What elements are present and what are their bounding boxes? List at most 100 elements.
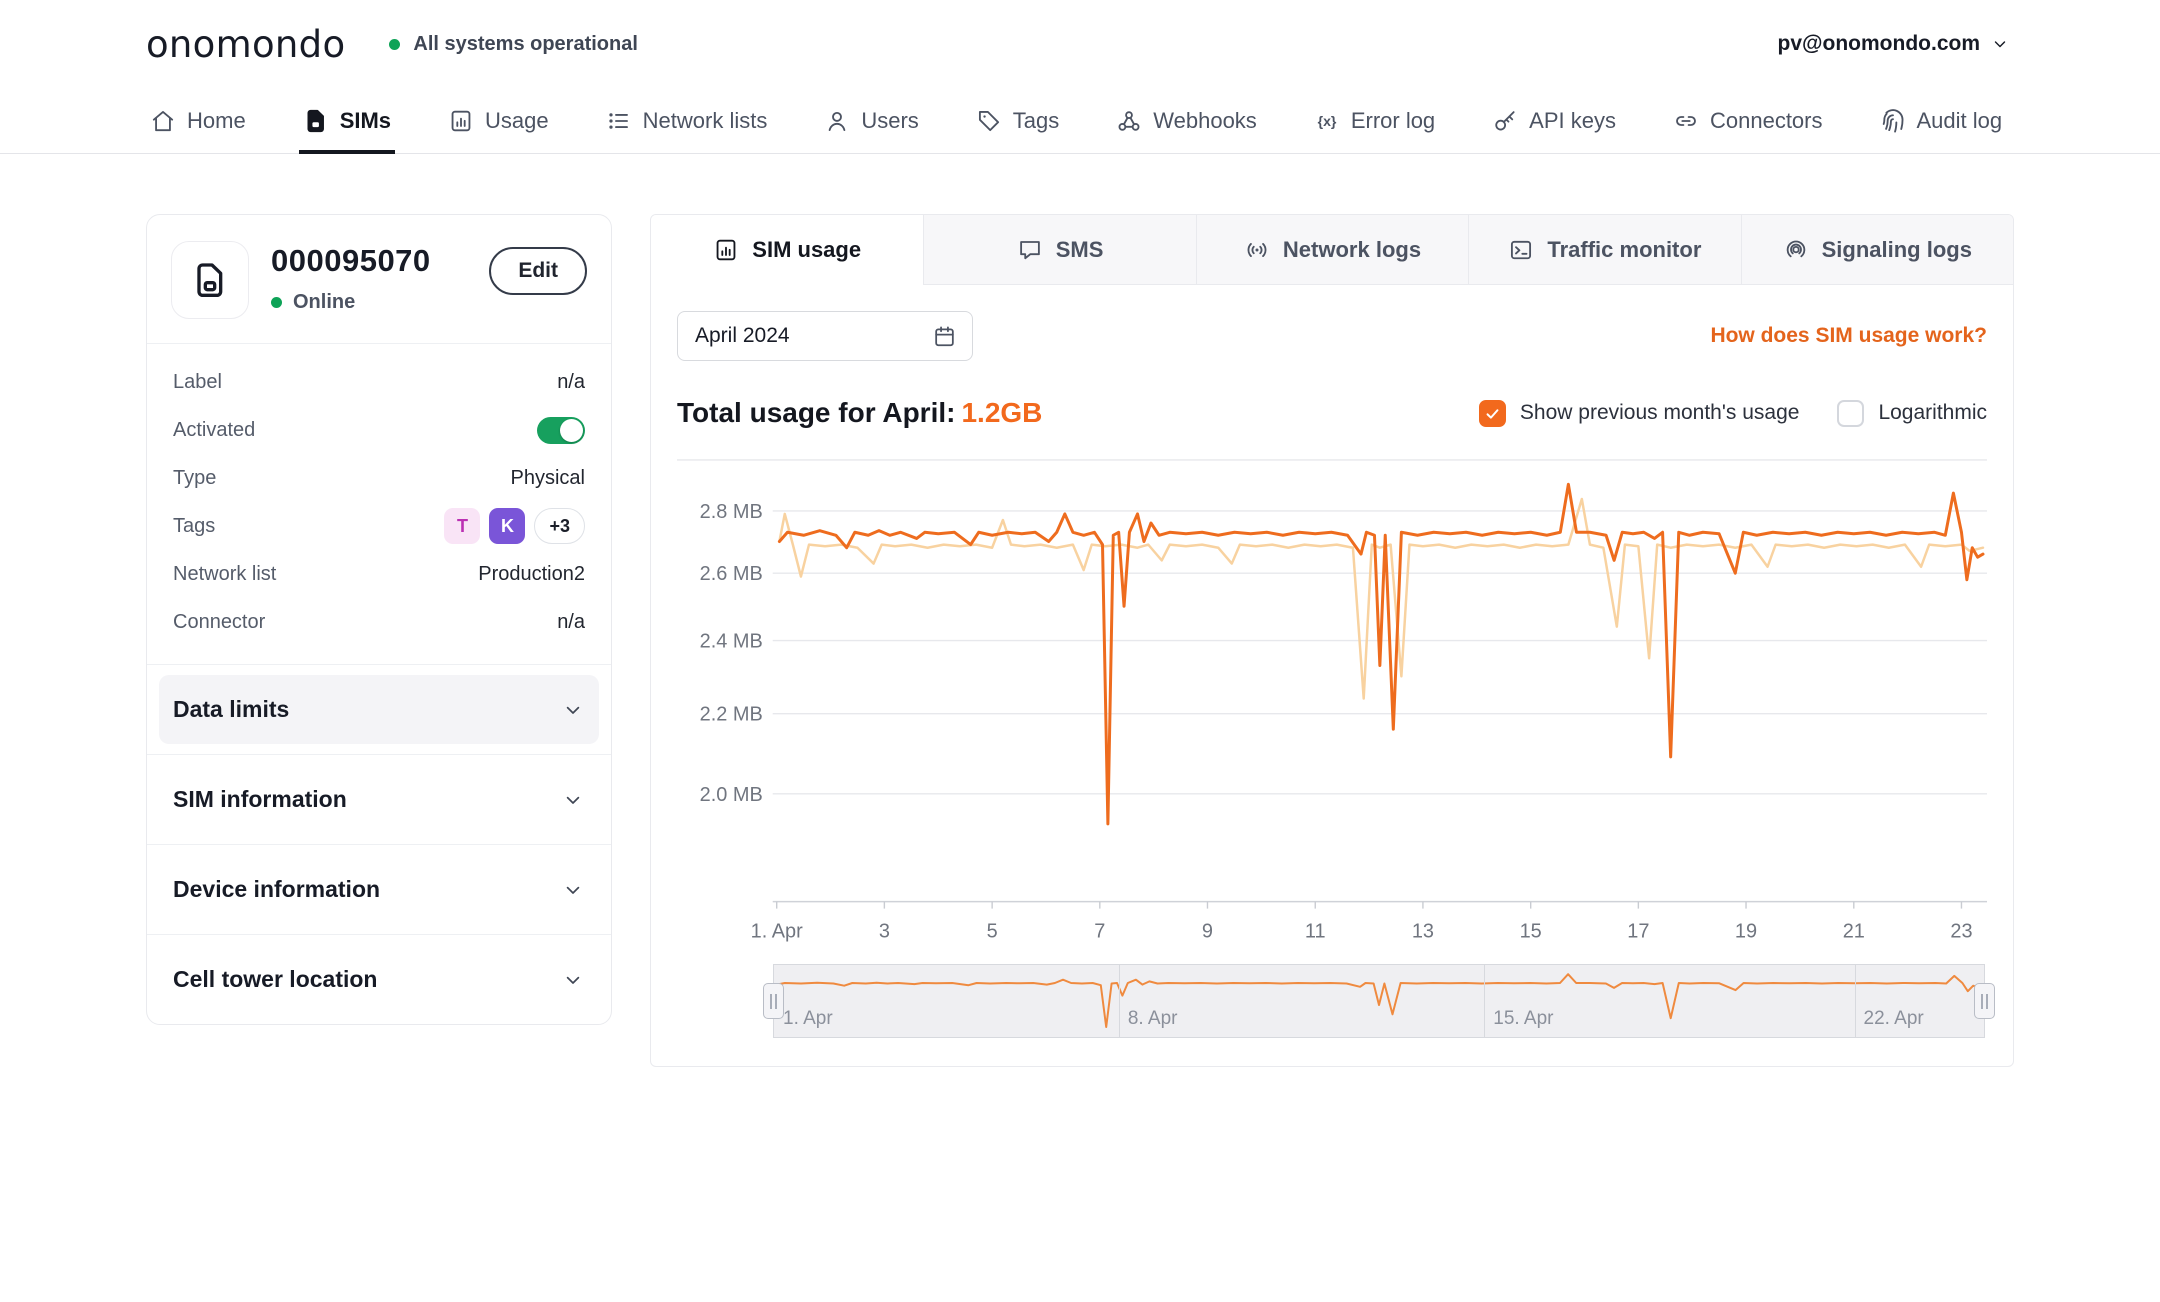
field-label: Label [173, 371, 222, 394]
nav-item-label: Audit log [1917, 108, 2003, 134]
edit-button[interactable]: Edit [489, 247, 587, 295]
svg-text:9: 9 [1202, 921, 1213, 943]
nav-item-sims[interactable]: SIMs [303, 88, 391, 153]
field-label: Type [173, 467, 216, 490]
section-device-information: Device information [147, 844, 611, 934]
api-keys-icon [1492, 108, 1518, 134]
section-toggle-sim-information[interactable]: SIM information [159, 765, 599, 834]
activated-toggle[interactable] [537, 417, 585, 444]
nav-item-users[interactable]: Users [824, 88, 918, 153]
svg-text:15: 15 [1520, 921, 1542, 943]
tag-chip-k[interactable]: K [489, 508, 525, 544]
traffic-monitor-icon [1508, 237, 1534, 263]
svg-text:2.0 MB: 2.0 MB [700, 784, 763, 806]
sim-icon [303, 108, 329, 134]
minimap-divider [1855, 965, 1856, 1037]
svg-text:{x}: {x} [1317, 112, 1336, 128]
section-title: Cell tower location [173, 966, 377, 993]
chevron-down-icon [561, 788, 585, 812]
nav-item-tags[interactable]: Tags [976, 88, 1059, 153]
network-lists-icon [606, 108, 632, 134]
usage-summary-row: Total usage for April:1.2GB Show previou… [677, 397, 1987, 429]
account-menu[interactable]: pv@onomondo.com [1778, 32, 2010, 56]
panel-body: April 2024 How does SIM usage work? Tota… [651, 285, 2013, 1066]
svg-text:19: 19 [1735, 921, 1757, 943]
sim-detail-card: 000095070 Online Edit Labeln/aActivatedT… [146, 214, 612, 1025]
onomondo-logo[interactable]: onomondo [146, 23, 345, 66]
nav-item-api-keys[interactable]: API keys [1492, 88, 1616, 153]
chevron-down-icon [561, 698, 585, 722]
tab-label: SMS [1056, 237, 1104, 263]
nav-item-audit-log[interactable]: Audit log [1880, 88, 2003, 153]
month-select[interactable]: April 2024 [677, 311, 973, 361]
total-usage-label: Total usage for April: [677, 397, 955, 428]
section-cell-tower-location: Cell tower location [147, 934, 611, 1024]
section-toggle-cell-tower-location[interactable]: Cell tower location [159, 945, 599, 1014]
nav-item-webhooks[interactable]: Webhooks [1116, 88, 1257, 153]
section-toggle-device-information[interactable]: Device information [159, 855, 599, 924]
field-value-network-list: Production2 [478, 563, 585, 586]
nav-item-label: Users [861, 108, 918, 134]
home-icon [150, 108, 176, 134]
field-label: Activated [173, 419, 255, 442]
month-select-value: April 2024 [695, 324, 790, 348]
svg-text:5: 5 [987, 921, 998, 943]
tag-chip-3[interactable]: +3 [534, 508, 585, 544]
status-text: All systems operational [413, 33, 638, 56]
nav-item-label: Home [187, 108, 246, 134]
content: 000095070 Online Edit Labeln/aActivatedT… [0, 214, 2160, 1067]
nav-item-network-lists[interactable]: Network lists [606, 88, 768, 153]
tab-label: SIM usage [752, 237, 861, 263]
svg-text:2.6 MB: 2.6 MB [700, 563, 763, 585]
sim-status: Online [271, 291, 467, 314]
usage-icon [448, 108, 474, 134]
connectors-icon [1673, 108, 1699, 134]
tab-signaling-logs[interactable]: Signaling logs [1741, 215, 2013, 285]
webhooks-icon [1116, 108, 1142, 134]
network-logs-icon [1244, 237, 1270, 263]
tab-sms[interactable]: SMS [923, 215, 1195, 285]
header: onomondo All systems operational pv@onom… [0, 0, 2160, 88]
brush-handle-left[interactable] [763, 983, 784, 1019]
nav-item-usage[interactable]: Usage [448, 88, 549, 153]
nav-item-label: Error log [1351, 108, 1435, 134]
tab-traffic-monitor[interactable]: Traffic monitor [1468, 215, 1740, 285]
brush-handle-right[interactable] [1974, 983, 1995, 1019]
field-row-label: Labeln/a [173, 358, 585, 406]
checkbox-label: Show previous month's usage [1520, 401, 1800, 425]
checkbox-show-previous-month-s-usage[interactable]: Show previous month's usage [1479, 400, 1800, 427]
section-data-limits: Data limits [147, 664, 611, 754]
online-dot [271, 297, 282, 308]
tag-chip-t[interactable]: T [444, 508, 480, 544]
nav-item-label: API keys [1529, 108, 1616, 134]
toggle-knob [560, 419, 583, 442]
tab-network-logs[interactable]: Network logs [1196, 215, 1468, 285]
tags-icon [976, 108, 1002, 134]
usage-chart: 2.8 MB2.6 MB2.4 MB2.2 MB2.0 MB1. Apr3579… [677, 455, 1987, 958]
nav-item-connectors[interactable]: Connectors [1673, 88, 1823, 153]
minimap-label: 22. Apr [1864, 1008, 1924, 1030]
svg-text:2.8 MB: 2.8 MB [700, 501, 763, 523]
minimap-svg [774, 965, 1984, 1037]
panel-toolbar: April 2024 How does SIM usage work? [677, 311, 1987, 361]
checkbox-logarithmic[interactable]: Logarithmic [1837, 400, 1987, 427]
sim-usage-help-link[interactable]: How does SIM usage work? [1710, 324, 1987, 348]
signaling-logs-icon [1783, 237, 1809, 263]
section-title: Data limits [173, 696, 289, 723]
sim-identity: 000095070 Online [271, 241, 467, 319]
main-nav: Home SIMs Usage Network lists Users Tags Webho… [0, 88, 2160, 154]
minimap-label: 15. Apr [1493, 1008, 1553, 1030]
field-value-connector: n/a [557, 611, 585, 634]
sim-usage-icon [713, 237, 739, 263]
system-status: All systems operational [389, 33, 638, 56]
tab-sim-usage[interactable]: SIM usage [651, 215, 923, 285]
nav-item-home[interactable]: Home [150, 88, 246, 153]
sim-fields: Labeln/aActivatedTypePhysicalTagsTK+3Net… [147, 343, 611, 664]
calendar-icon [932, 324, 957, 349]
section-toggle-data-limits[interactable]: Data limits [159, 675, 599, 744]
nav-item-label: Network lists [643, 108, 768, 134]
field-label: Tags [173, 515, 215, 538]
tag-group: TK+3 [444, 508, 585, 544]
online-label: Online [293, 291, 355, 314]
nav-item-error-log[interactable]: {x} Error log [1314, 88, 1435, 153]
